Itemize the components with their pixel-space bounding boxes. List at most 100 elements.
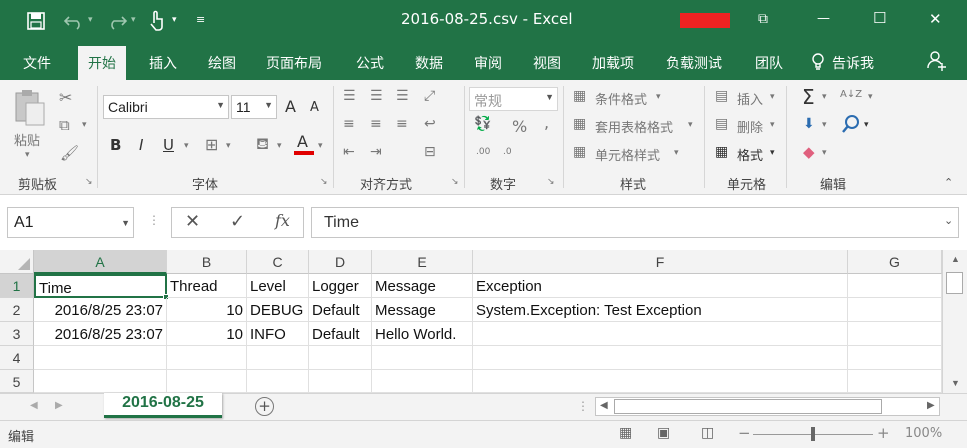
- column-header-d[interactable]: D: [309, 250, 372, 274]
- tab-review[interactable]: 审阅: [474, 53, 502, 73]
- find-select-icon[interactable]: [841, 114, 861, 134]
- cell-b1[interactable]: Thread: [167, 274, 247, 298]
- zoom-level[interactable]: 100%: [905, 426, 942, 441]
- save-icon[interactable]: [27, 12, 45, 30]
- decrease-font-icon[interactable]: A: [310, 100, 319, 115]
- tab-team[interactable]: 团队: [755, 53, 783, 73]
- add-sheet-button[interactable]: +: [255, 397, 274, 416]
- zoom-out-button[interactable]: −: [738, 424, 751, 442]
- cut-icon[interactable]: ✂: [59, 88, 72, 107]
- delete-dropdown-icon[interactable]: ▾: [770, 120, 775, 130]
- cell-d5[interactable]: [309, 370, 372, 393]
- column-header-b[interactable]: B: [167, 250, 247, 274]
- bold-button[interactable]: B: [110, 136, 121, 154]
- page-layout-view-icon[interactable]: ▣: [657, 425, 670, 441]
- font-name-combo[interactable]: Calibri ▼: [103, 95, 229, 119]
- maximize-button[interactable]: ☐: [873, 9, 886, 27]
- sort-filter-icon[interactable]: A↓Z: [840, 89, 862, 100]
- column-header-f[interactable]: F: [473, 250, 848, 274]
- cell-g5[interactable]: [848, 370, 942, 393]
- font-size-combo[interactable]: 11 ▼: [231, 95, 277, 119]
- clipboard-launcher-icon[interactable]: ↘: [85, 177, 93, 187]
- tab-insert[interactable]: 插入: [149, 53, 177, 73]
- underline-dropdown-icon[interactable]: ▾: [184, 141, 189, 151]
- column-header-c[interactable]: C: [247, 250, 309, 274]
- redo-dropdown-icon[interactable]: ▾: [131, 15, 136, 25]
- cell-d3[interactable]: Default: [309, 322, 372, 346]
- page-break-view-icon[interactable]: ◫: [701, 425, 714, 441]
- enter-formula-icon[interactable]: ✓: [230, 211, 245, 232]
- cell-g3[interactable]: [848, 322, 942, 346]
- align-center-icon[interactable]: ≡: [370, 116, 382, 132]
- format-dropdown-icon[interactable]: ▾: [770, 148, 775, 158]
- tab-home[interactable]: 开始: [78, 46, 126, 80]
- align-right-icon[interactable]: ≡: [396, 116, 408, 132]
- align-top-icon[interactable]: ☰: [343, 88, 356, 104]
- conditional-format-icon[interactable]: ▦: [573, 88, 586, 104]
- percent-style-icon[interactable]: %: [512, 117, 527, 136]
- scroll-up-icon[interactable]: ▲: [951, 254, 960, 264]
- cell-g1[interactable]: [848, 274, 942, 298]
- format-as-table-button[interactable]: 套用表格格式: [595, 117, 673, 136]
- clear-dropdown-icon[interactable]: ▾: [822, 148, 827, 158]
- cell-d4[interactable]: [309, 346, 372, 370]
- cell-c3[interactable]: INFO: [247, 322, 309, 346]
- formula-input[interactable]: Time: [311, 207, 959, 238]
- normal-view-icon[interactable]: ▦: [619, 425, 632, 441]
- find-dropdown-icon[interactable]: ▾: [864, 120, 869, 130]
- format-cells-icon[interactable]: ▦: [715, 144, 728, 160]
- cell-b4[interactable]: [167, 346, 247, 370]
- tab-addins[interactable]: 加载项: [592, 53, 634, 73]
- row-header-1[interactable]: 1: [0, 274, 34, 298]
- align-bottom-icon[interactable]: ☰: [396, 88, 409, 104]
- expand-formula-bar-icon[interactable]: ⌄: [944, 214, 953, 227]
- cell-a2[interactable]: 2016/8/25 23:07: [34, 298, 167, 322]
- row-header-5[interactable]: 5: [0, 370, 34, 393]
- format-cells-button[interactable]: 格式: [737, 145, 763, 164]
- cell-e2[interactable]: Message: [372, 298, 473, 322]
- vertical-scrollbar[interactable]: ▲ ▼: [942, 250, 967, 393]
- conditional-format-button[interactable]: 条件格式: [595, 89, 647, 108]
- cell-styles-button[interactable]: 单元格样式: [595, 145, 660, 164]
- row-header-3[interactable]: 3: [0, 322, 34, 346]
- wrap-text-icon[interactable]: ↩: [424, 116, 436, 132]
- tab-load-test[interactable]: 负载测试: [666, 53, 722, 73]
- tab-page-layout[interactable]: 页面布局: [266, 53, 322, 73]
- font-color-dropdown-icon[interactable]: ▾: [318, 141, 323, 151]
- underline-button[interactable]: U: [163, 136, 174, 154]
- autosum-icon[interactable]: Σ: [802, 85, 815, 109]
- ribbon-display-options-icon[interactable]: ⧉: [758, 11, 768, 27]
- alignment-launcher-icon[interactable]: ↘: [451, 177, 459, 187]
- sheet-scroll-left-icon[interactable]: ◀: [30, 400, 38, 411]
- cell-c4[interactable]: [247, 346, 309, 370]
- borders-dropdown-icon[interactable]: ▾: [226, 141, 231, 151]
- scroll-down-icon[interactable]: ▼: [951, 378, 960, 388]
- cell-d1[interactable]: Logger: [309, 274, 372, 298]
- increase-decimal-icon[interactable]: .00: [476, 147, 490, 157]
- row-header-4[interactable]: 4: [0, 346, 34, 370]
- insert-function-icon[interactable]: fx: [275, 211, 290, 230]
- undo-dropdown-icon[interactable]: ▾: [88, 15, 93, 25]
- cell-styles-icon[interactable]: ▦: [573, 144, 586, 160]
- undo-icon[interactable]: [63, 12, 85, 30]
- redo-icon[interactable]: [106, 12, 128, 30]
- merge-center-icon[interactable]: ⊟: [424, 144, 436, 160]
- tab-data[interactable]: 数据: [415, 53, 443, 73]
- accounting-format-icon[interactable]: 💱: [474, 116, 491, 132]
- cell-f4[interactable]: [473, 346, 848, 370]
- decrease-indent-icon[interactable]: ⇤: [343, 144, 355, 160]
- increase-font-icon[interactable]: A: [285, 97, 296, 116]
- scroll-left-icon[interactable]: ◀: [600, 400, 608, 411]
- cell-a1[interactable]: Time: [34, 274, 167, 298]
- column-header-e[interactable]: E: [372, 250, 473, 274]
- cell-c1[interactable]: Level: [247, 274, 309, 298]
- cell-a4[interactable]: [34, 346, 167, 370]
- tab-split-grip-icon[interactable]: ⋮: [577, 399, 589, 413]
- sheet-tab-active[interactable]: 2016-08-25: [104, 393, 222, 418]
- touch-dropdown-icon[interactable]: ▾: [172, 15, 177, 25]
- paste-label[interactable]: 粘贴: [14, 130, 40, 149]
- number-launcher-icon[interactable]: ↘: [547, 177, 555, 187]
- share-user-icon[interactable]: [927, 50, 947, 72]
- paste-icon[interactable]: [13, 88, 47, 128]
- autosum-dropdown-icon[interactable]: ▾: [822, 92, 827, 102]
